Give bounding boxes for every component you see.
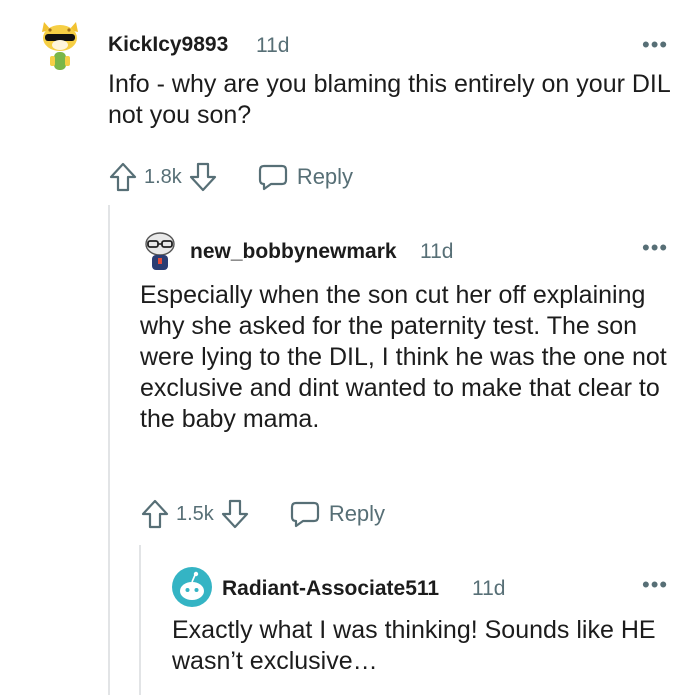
vote-group: 1.8k xyxy=(108,161,218,193)
thread-line-level-2[interactable] xyxy=(139,545,141,695)
comment-actions: 1.8k Reply xyxy=(108,159,353,195)
reply-button[interactable]: Reply xyxy=(258,163,353,191)
vote-group: 1.5k xyxy=(140,498,250,530)
user-avatar[interactable] xyxy=(140,230,180,274)
cheetah-sunglasses-avatar-icon xyxy=(42,22,78,70)
comment-username[interactable]: new_bobbynewmark xyxy=(190,240,397,264)
thread-line-level-1[interactable] xyxy=(108,205,110,695)
upvote-arrow-icon[interactable] xyxy=(108,161,138,193)
comment-username[interactable]: KickIcy9893 xyxy=(108,33,228,57)
upvote-arrow-icon[interactable] xyxy=(140,498,170,530)
vote-score: 1.5k xyxy=(176,502,214,525)
comment-age: 11d xyxy=(472,577,506,600)
more-options-button[interactable]: ••• xyxy=(642,237,668,259)
glasses-snoo-avatar-icon xyxy=(145,232,175,270)
more-options-button[interactable]: ••• xyxy=(642,34,668,56)
speech-bubble-icon xyxy=(290,501,319,528)
downvote-arrow-icon[interactable] xyxy=(188,161,218,193)
more-options-button[interactable]: ••• xyxy=(642,574,668,596)
comment-body: Exactly what I was thinking! Sounds like… xyxy=(172,616,656,675)
user-avatar[interactable] xyxy=(172,567,212,607)
reply-label: Reply xyxy=(296,164,354,189)
comment-username[interactable]: Radiant-Associate511 xyxy=(222,577,439,601)
reply-label: Reply xyxy=(328,501,386,526)
downvote-arrow-icon[interactable] xyxy=(220,498,250,530)
comment-body: Especially when the son cut her off expl… xyxy=(140,281,667,433)
speech-bubble-icon xyxy=(258,164,287,191)
user-avatar[interactable] xyxy=(38,16,82,76)
comment-age: 11d xyxy=(420,240,454,263)
comment-actions: 1.5k Reply xyxy=(140,496,385,532)
default-snoo-avatar-icon xyxy=(180,571,204,600)
vote-score: 1.8k xyxy=(144,165,182,188)
comment-age: 11d xyxy=(256,34,290,57)
comment-body: Info - why are you blaming this entirely… xyxy=(108,70,670,129)
reply-button[interactable]: Reply xyxy=(290,500,385,528)
